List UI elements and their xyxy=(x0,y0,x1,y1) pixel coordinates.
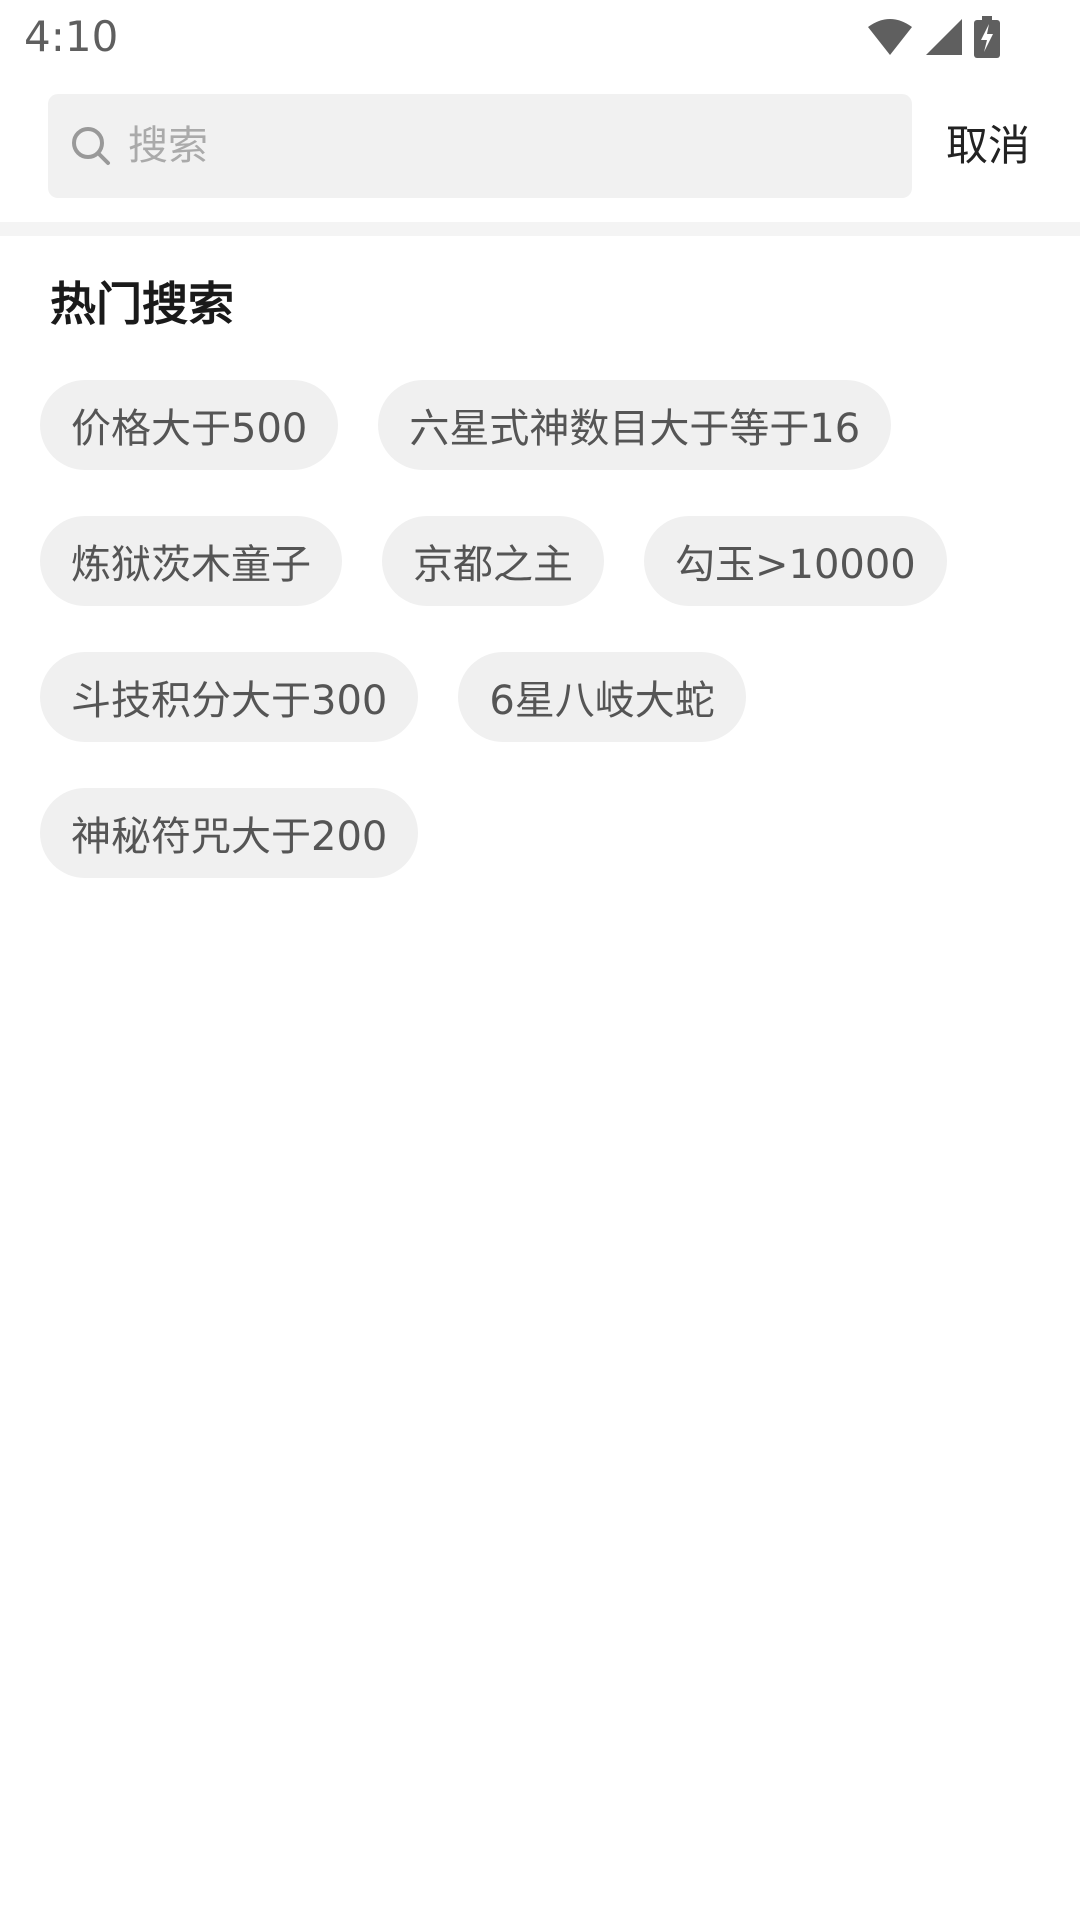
status-time: 4:10 xyxy=(24,12,119,61)
tag-row: 价格大于500 六星式神数目大于等于16 xyxy=(40,380,1040,470)
search-header: 取消 xyxy=(0,74,1080,222)
hot-search-tag[interactable]: 斗技积分大于300 xyxy=(40,652,419,742)
hot-search-tags: 价格大于500 六星式神数目大于等于16 炼狱茨木童子 京都之主 勾玉>1000… xyxy=(40,380,1040,924)
hot-search-tag[interactable]: 六星式神数目大于等于16 xyxy=(378,380,892,470)
tag-row: 神秘符咒大于200 xyxy=(40,788,1040,878)
signal-icon xyxy=(924,17,964,57)
hot-search-tag[interactable]: 神秘符咒大于200 xyxy=(40,788,419,878)
tag-row: 斗技积分大于300 6星八岐大蛇 xyxy=(40,652,1040,742)
hot-search-tag[interactable]: 京都之主 xyxy=(382,516,604,606)
hot-search-tag[interactable]: 炼狱茨木童子 xyxy=(40,516,342,606)
divider xyxy=(0,222,1080,236)
status-bar: 4:10 xyxy=(0,0,1080,74)
tag-row: 炼狱茨木童子 京都之主 勾玉>10000 xyxy=(40,516,1040,606)
search-icon xyxy=(70,125,112,167)
hot-search-title: 热门搜索 xyxy=(50,277,234,331)
hot-search-tag[interactable]: 价格大于500 xyxy=(40,380,339,470)
wifi-icon xyxy=(866,17,914,57)
cancel-button[interactable]: 取消 xyxy=(946,114,1030,178)
battery-charging-icon xyxy=(974,16,1000,58)
status-icons xyxy=(866,12,1000,62)
search-box[interactable] xyxy=(48,94,912,198)
search-input[interactable] xyxy=(128,106,888,186)
hot-search-tag[interactable]: 6星八岐大蛇 xyxy=(458,652,746,742)
hot-search-tag[interactable]: 勾玉>10000 xyxy=(644,516,947,606)
